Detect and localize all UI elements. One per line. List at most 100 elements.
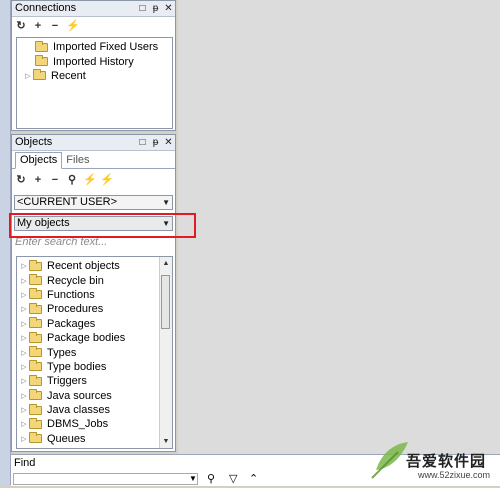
float-icon[interactable]: □ <box>138 2 147 15</box>
editor-area <box>178 0 500 454</box>
remove-icon[interactable]: − <box>49 174 61 186</box>
connect-icon[interactable]: ⚡ <box>66 19 80 32</box>
find-icon[interactable]: ⚲ <box>207 472 215 485</box>
objects-panel-title: Objects <box>15 136 53 148</box>
expand-icon[interactable]: ▷ <box>19 277 29 285</box>
find-label: Find <box>14 457 36 469</box>
user-selector[interactable]: <CURRENT USER> ▼ <box>14 195 173 210</box>
expand-icon[interactable]: ▷ <box>19 334 29 342</box>
tree-item[interactable]: ▷ Package bodies <box>17 331 172 345</box>
tree-item[interactable]: ▷ Java sources <box>17 389 172 403</box>
tree-item[interactable]: ▷ Packages <box>17 317 172 331</box>
connections-tree: Imported Fixed Users Imported History ▷ … <box>16 37 173 129</box>
objects-panel: Objects □ ᵽ ✕ Objects Files ↻ + − ⚲ ⚡ ⚡ … <box>11 134 176 452</box>
left-dock-strip <box>0 0 11 485</box>
folder-icon <box>29 288 42 300</box>
tree-item[interactable]: ▷ Triggers <box>17 374 172 388</box>
connections-panel-header: Connections □ ᵽ ✕ <box>12 1 175 17</box>
filter-icon[interactable]: ⚡ <box>83 173 97 186</box>
chevron-down-icon[interactable]: ▼ <box>162 196 170 209</box>
tree-item[interactable]: Imported History <box>17 54 172 68</box>
refresh-icon[interactable]: ↻ <box>15 19 27 32</box>
expand-icon[interactable]: ▷ <box>19 435 29 443</box>
tab-files[interactable]: Files <box>62 153 93 168</box>
tree-item-label: Procedures <box>47 303 104 316</box>
arrow-up-icon[interactable]: ⌃ <box>249 472 258 485</box>
tree-item[interactable]: ▷ Recent <box>17 69 172 83</box>
filter-icon[interactable]: ▽ <box>229 472 237 485</box>
tree-item[interactable]: Imported Fixed Users <box>17 40 172 54</box>
tree-item-label: Package bodies <box>47 332 126 345</box>
folder-icon <box>29 274 42 286</box>
float-icon[interactable]: □ <box>138 136 147 149</box>
folder-icon <box>29 417 42 429</box>
connections-panel-title: Connections <box>15 2 77 14</box>
tree-item[interactable]: ▷ Java classes <box>17 403 172 417</box>
tree-item[interactable]: ▷ Recent objects <box>17 259 172 273</box>
tree-item-label: Functions <box>47 288 95 301</box>
objects-tabs: Objects Files <box>12 151 175 169</box>
expand-icon[interactable]: ▷ <box>23 72 33 80</box>
refresh-icon[interactable]: ↻ <box>15 173 27 186</box>
folder-icon <box>29 302 42 314</box>
expand-icon[interactable]: ▷ <box>19 305 29 313</box>
folder-icon <box>29 317 42 329</box>
pin-icon[interactable]: ᵽ <box>151 136 160 149</box>
search-input[interactable]: Enter search text... <box>14 236 174 250</box>
scrollbar-thumb[interactable] <box>161 275 170 329</box>
folder-icon <box>35 40 48 52</box>
tree-item-label: Recent <box>51 69 86 82</box>
tree-item-label: Recent objects <box>47 260 120 273</box>
connect-icon[interactable]: ⚡ <box>100 173 114 186</box>
highlight-box <box>9 213 196 238</box>
tree-item-label: Recycle bin <box>47 274 104 287</box>
tree-item-label: Java sources <box>47 389 112 402</box>
expand-icon[interactable]: ▷ <box>19 291 29 299</box>
tree-item-label: Type bodies <box>47 360 107 373</box>
objects-panel-header: Objects □ ᵽ ✕ <box>12 135 175 151</box>
expand-icon[interactable]: ▷ <box>19 349 29 357</box>
tree-item[interactable]: ▷ Queues <box>17 432 172 446</box>
close-icon[interactable]: ✕ <box>164 2 173 15</box>
expand-icon[interactable]: ▷ <box>19 320 29 328</box>
find-input[interactable] <box>13 473 198 485</box>
folder-icon <box>29 403 42 415</box>
tree-item[interactable]: ▷ Type bodies <box>17 360 172 374</box>
folder-icon <box>35 55 48 67</box>
expand-icon[interactable]: ▷ <box>19 420 29 428</box>
add-icon[interactable]: + <box>32 174 44 186</box>
tree-item[interactable]: ▷ DBMS_Jobs <box>17 417 172 431</box>
folder-icon <box>29 432 42 444</box>
user-selector-value: <CURRENT USER> <box>17 196 118 208</box>
tree-item[interactable]: ▷ Functions <box>17 288 172 302</box>
connections-toolbar: ↻ + − ⚡ <box>12 17 175 34</box>
tree-item-label: Packages <box>47 317 96 330</box>
scrollbar[interactable]: ▲ ▼ <box>159 257 172 448</box>
expand-icon[interactable]: ▷ <box>19 377 29 385</box>
watermark-logo: 吾爱软件园 www.52zixue.com <box>368 430 500 485</box>
close-icon[interactable]: ✕ <box>164 136 173 149</box>
scroll-down-icon[interactable]: ▼ <box>160 438 172 445</box>
folder-icon <box>29 346 42 358</box>
folder-icon <box>29 360 42 372</box>
add-icon[interactable]: + <box>32 20 44 32</box>
tree-item[interactable]: ▷ Types <box>17 345 172 359</box>
chevron-down-icon[interactable]: ▼ <box>189 474 197 483</box>
folder-icon <box>29 331 42 343</box>
pin-icon[interactable]: ᵽ <box>151 2 160 15</box>
scroll-up-icon[interactable]: ▲ <box>160 260 172 267</box>
find-icon[interactable]: ⚲ <box>66 173 78 186</box>
watermark-url: www.52zixue.com <box>418 470 491 480</box>
remove-icon[interactable]: − <box>49 20 61 32</box>
expand-icon[interactable]: ▷ <box>19 392 29 400</box>
tree-item[interactable]: ▷ Recycle bin <box>17 273 172 287</box>
folder-icon <box>33 69 46 81</box>
folder-icon <box>29 374 42 386</box>
folder-icon <box>29 389 42 401</box>
objects-tree: ▷ Recent objects ▷ Recycle bin ▷ Functions ▷ Pr… <box>16 256 173 449</box>
tree-item[interactable]: ▷ Procedures <box>17 302 172 316</box>
expand-icon[interactable]: ▷ <box>19 262 29 270</box>
expand-icon[interactable]: ▷ <box>19 406 29 414</box>
tab-objects[interactable]: Objects <box>15 152 63 169</box>
expand-icon[interactable]: ▷ <box>19 363 29 371</box>
